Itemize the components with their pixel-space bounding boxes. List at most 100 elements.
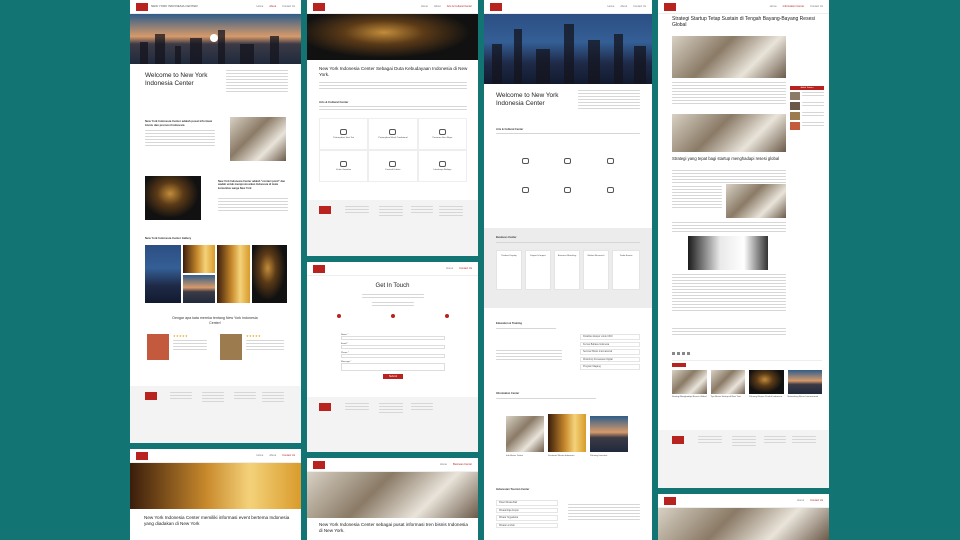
nav-home[interactable]: Home	[607, 5, 614, 8]
email-field[interactable]	[341, 345, 445, 349]
submit-button[interactable]: Submit	[383, 374, 403, 379]
top-nav: Home Contact Us	[307, 262, 478, 276]
business-info-title: New York Indonesia Center sebagai pusat …	[319, 522, 468, 533]
footer	[307, 200, 478, 256]
location-icon[interactable]	[391, 314, 395, 318]
services-grid: Pertunjukan Seni Tari Pertunjukan Musik …	[319, 118, 467, 182]
business-card[interactable]: Export & Import	[525, 250, 551, 290]
logo[interactable]	[664, 2, 676, 11]
nav-arts[interactable]: Arts & Cultural Center	[447, 5, 472, 8]
nav-links: Home Contact Us	[797, 499, 823, 502]
nav-contact[interactable]: Contact Us	[810, 499, 823, 502]
service-card[interactable]	[547, 146, 590, 175]
accordion-item[interactable]: Wisata Yogyakarta	[496, 515, 558, 521]
logo[interactable]	[490, 2, 502, 11]
nav-about[interactable]: About	[269, 5, 276, 8]
logo[interactable]	[313, 264, 325, 273]
business-card[interactable]: Business Matching	[554, 250, 580, 290]
business-card[interactable]: Trade Events	[612, 250, 640, 290]
arts-section: Arts & Cultural Center	[496, 128, 524, 131]
share-icons	[672, 352, 690, 355]
nav-home[interactable]: Home	[256, 454, 263, 457]
service-card[interactable]	[589, 175, 632, 204]
related-card[interactable]: Networking Bisnis Internasional	[787, 370, 822, 414]
business-card[interactable]: Product Display	[496, 250, 522, 290]
phone-field[interactable]	[341, 354, 445, 358]
gallery-photo-1[interactable]	[145, 245, 181, 303]
logo[interactable]	[136, 451, 148, 460]
play-icon[interactable]	[210, 34, 218, 42]
nav-home[interactable]: Home	[446, 267, 453, 270]
nav-home[interactable]: Home	[770, 5, 777, 8]
accordion-item[interactable]: Paket Wisata Bali	[496, 500, 558, 506]
arts-intro	[319, 82, 467, 91]
overview-title: Welcome to New York Indonesia Center	[496, 92, 559, 107]
twitter-icon[interactable]	[677, 352, 680, 355]
top-nav: NEW YORK INDONESIA CENTER Home About Con…	[130, 0, 301, 14]
page-business-info: Home Business Center New York Indonesia …	[307, 458, 478, 540]
service-card[interactable]: Pameran Seni Rupa	[417, 118, 467, 150]
message-field[interactable]	[341, 363, 445, 371]
facebook-icon[interactable]	[672, 352, 675, 355]
gallery-photo-4[interactable]	[217, 245, 250, 303]
name-field[interactable]	[341, 336, 445, 340]
service-card[interactable]	[504, 175, 547, 204]
accordion-item[interactable]: Pelatihan Ekspor untuk UKM	[580, 334, 640, 340]
gallery-photo-3[interactable]	[183, 275, 215, 303]
nav-home[interactable]: Home	[797, 499, 804, 502]
info-photo-2[interactable]	[548, 414, 586, 452]
article-hero	[672, 36, 786, 78]
business-card[interactable]: Market Research	[583, 250, 609, 290]
nav-links: Home Information Center Contact Us	[770, 5, 823, 8]
gallery-photo-5[interactable]	[252, 245, 287, 303]
related-card[interactable]: Peluang Ekspor Produk Indonesia	[749, 370, 784, 414]
nav-about[interactable]: About	[269, 454, 276, 457]
info-photo-3[interactable]	[590, 416, 628, 452]
nav-contact[interactable]: Contact Us	[633, 5, 646, 8]
nav-contact[interactable]: Contact Us	[282, 454, 295, 457]
accordion-item[interactable]: Workshop Pemasaran Digital	[580, 356, 640, 362]
tour-heading: Indonesian Tourism Center	[496, 488, 530, 491]
service-card[interactable]: Lokakarya Budaya	[417, 150, 467, 182]
mail-icon[interactable]	[445, 314, 449, 318]
nav-info[interactable]: Information Center	[783, 5, 804, 8]
service-card[interactable]	[504, 146, 547, 175]
service-card[interactable]: Kelas Gamelan	[319, 150, 369, 182]
nav-about[interactable]: About	[620, 5, 627, 8]
arts-title: New York Indonesia Center Sebagai Duta K…	[319, 66, 468, 77]
accordion-item[interactable]: Wisata Raja Ampat	[496, 507, 558, 513]
nav-home[interactable]: Home	[256, 5, 263, 8]
service-card[interactable]: Festival Kuliner	[368, 150, 418, 182]
gallery-heading: New York Indonesia Center Gallery	[145, 236, 192, 240]
article-subtitle: Strategi yang tepat bagi startup menghad…	[672, 156, 780, 161]
accordion-item[interactable]: Wisata Lombok	[496, 522, 558, 528]
service-card[interactable]: Pertunjukan Seni Tari	[319, 118, 369, 150]
nav-home[interactable]: Home	[421, 5, 428, 8]
service-card[interactable]: Pertunjukan Musik Tradisional	[368, 118, 418, 150]
related-card[interactable]: Strategi Menghadapi Resesi Global	[672, 370, 707, 414]
testimonial-card-1: ★★★★★	[145, 332, 211, 364]
nav-home[interactable]: Home	[440, 463, 447, 466]
nav-contact[interactable]: Contact Us	[810, 5, 823, 8]
hero-image	[484, 14, 652, 84]
whatsapp-icon[interactable]	[687, 352, 690, 355]
nav-business[interactable]: Business Center	[453, 463, 472, 466]
logo[interactable]	[136, 2, 148, 11]
linkedin-icon[interactable]	[682, 352, 685, 355]
palette-icon	[607, 157, 615, 164]
accordion-item[interactable]: Kursus Bahasa Indonesia	[580, 341, 640, 347]
nav-about[interactable]: About	[434, 5, 441, 8]
related-card[interactable]: Tips Bisnis Startup di New York	[710, 370, 745, 414]
accordion-item[interactable]: Seminar Bisnis Internasional	[580, 349, 640, 355]
logo[interactable]	[313, 2, 325, 11]
service-card[interactable]	[589, 146, 632, 175]
logo[interactable]	[664, 496, 676, 505]
service-card[interactable]	[547, 175, 590, 204]
phone-icon[interactable]	[337, 314, 341, 318]
nav-contact[interactable]: Contact Us	[459, 267, 472, 270]
logo[interactable]	[313, 460, 325, 469]
info-photo-1[interactable]	[506, 416, 544, 452]
nav-contact[interactable]: Contact Us	[282, 5, 295, 8]
accordion-item[interactable]: Program Magang	[580, 364, 640, 370]
gallery-photo-2[interactable]	[183, 245, 215, 273]
